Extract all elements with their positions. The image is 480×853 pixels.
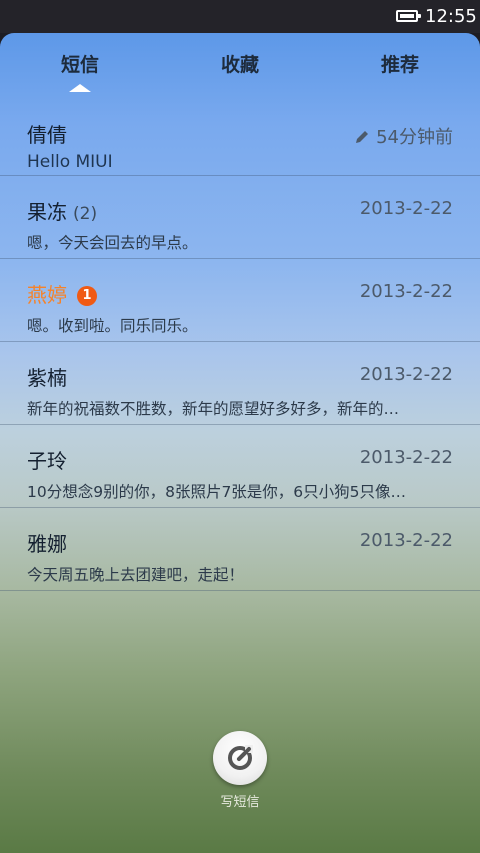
unread-badge: 1: [77, 286, 97, 306]
conversation-row[interactable]: 倩倩 54分钟前 Hello MIUI: [0, 93, 480, 176]
conversation-row[interactable]: 燕婷 1 2013-2-22 嗯。收到啦。同乐同乐。: [0, 259, 480, 342]
messages-panel: 短信 收藏 推荐 倩倩 54分钟前 Hello MIUI 果冻 (2) 2013-…: [0, 33, 480, 853]
battery-icon: [396, 10, 421, 22]
message-preview: 嗯。收到啦。同乐同乐。: [27, 317, 198, 335]
message-preview: Hello MIUI: [27, 152, 113, 172]
message-count: (2): [73, 204, 98, 224]
conversation-row[interactable]: 子玲 2013-2-22 10分想念9别的你，8张照片7张是你，6只小狗5只像…: [0, 425, 480, 508]
message-preview: 10分想念9别的你，8张照片7张是你，6只小狗5只像…: [27, 483, 407, 501]
contact-name: 果冻 (2): [27, 196, 97, 225]
message-time: 2013-2-22: [359, 530, 453, 551]
tab-recommend[interactable]: 推荐: [340, 50, 460, 77]
compose-label: 写短信: [220, 795, 260, 810]
message-time-text: 54分钟前: [376, 127, 453, 148]
compose-button[interactable]: [213, 731, 267, 785]
contact-name: 燕婷 1: [27, 279, 97, 308]
conversation-row[interactable]: 雅娜 2013-2-22 今天周五晚上去团建吧，走起！: [0, 508, 480, 591]
conversation-row[interactable]: 紫楠 2013-2-22 新年的祝福数不胜数，新年的愿望好多好多，新年的…: [0, 342, 480, 425]
contact-name: 倩倩: [27, 123, 67, 147]
message-time: 2013-2-22: [359, 198, 453, 219]
message-preview: 新年的祝福数不胜数，新年的愿望好多好多，新年的…: [27, 400, 400, 418]
contact-name: 紫楠: [27, 366, 67, 390]
message-time: 2013-2-22: [359, 447, 453, 468]
message-time: 2013-2-22: [359, 281, 453, 302]
contact-name-text: 燕婷: [27, 283, 67, 307]
tab-bar: 短信 收藏 推荐: [0, 33, 480, 93]
contact-name: 雅娜: [27, 532, 67, 556]
tab-sms[interactable]: 短信: [20, 50, 140, 77]
clock: 12:55: [425, 6, 477, 27]
active-tab-indicator: [69, 84, 91, 92]
message-preview: 嗯，今天会回去的早点。: [27, 234, 198, 252]
draft-pencil-icon: [356, 131, 369, 143]
contact-name: 子玲: [27, 449, 67, 473]
message-time: 2013-2-22: [359, 364, 453, 385]
status-bar: 12:55: [0, 0, 480, 33]
tab-favorites[interactable]: 收藏: [180, 50, 300, 77]
compose-icon: [228, 745, 253, 770]
conversation-row[interactable]: 果冻 (2) 2013-2-22 嗯，今天会回去的早点。: [0, 176, 480, 259]
contact-name-text: 果冻: [27, 200, 67, 224]
message-preview: 今天周五晚上去团建吧，走起！: [27, 566, 245, 584]
message-time: 54分钟前: [354, 123, 453, 149]
